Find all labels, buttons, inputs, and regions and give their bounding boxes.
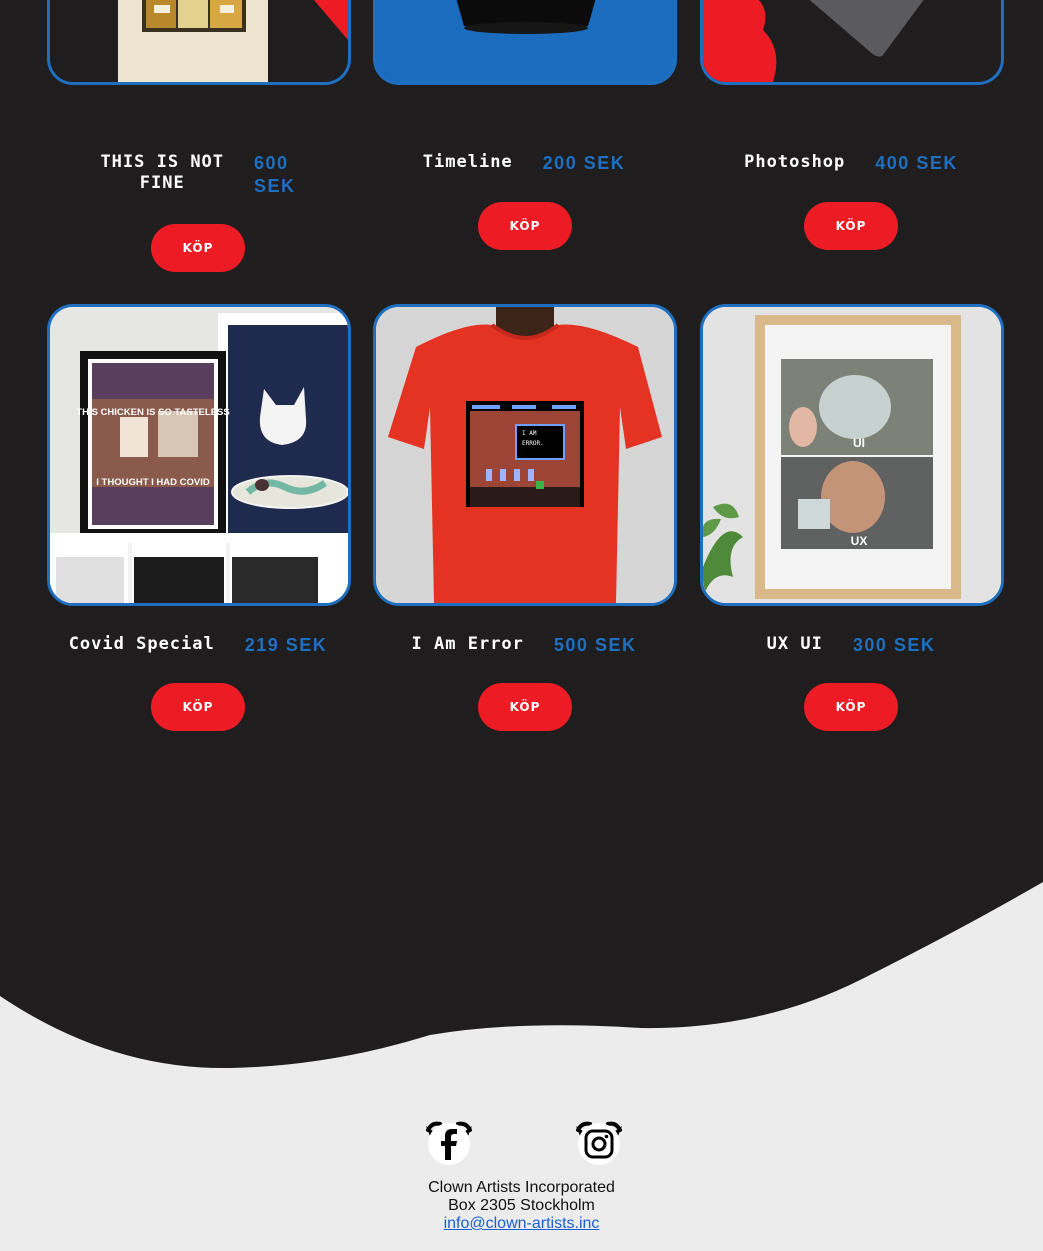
game-text-line2: ERROR. <box>522 440 544 447</box>
poster-caption-bottom: I THOUGHT I HAD COVID <box>96 477 210 488</box>
buy-button[interactable]: KÖP <box>151 683 245 731</box>
bandana-illustration <box>703 0 924 82</box>
buy-button[interactable]: KÖP <box>151 224 245 272</box>
product-image-i-am-error[interactable]: I AM ERROR. <box>373 304 677 606</box>
product-name: THIS IS NOT FINE <box>100 152 225 193</box>
buy-button[interactable]: KÖP <box>478 683 572 731</box>
buy-button[interactable]: KÖP <box>478 202 572 250</box>
postal-address: Box 2305 Stockholm <box>448 1197 595 1214</box>
product-image-ux-ui[interactable]: UI UX <box>700 304 1004 606</box>
product-name: Covid Special <box>68 634 215 654</box>
email-link[interactable]: info@clown-artists.inc <box>444 1215 600 1232</box>
product-image-this-is-not-fine[interactable] <box>47 0 351 85</box>
product-name: I Am Error <box>411 634 524 654</box>
instagram-link[interactable] <box>574 1120 624 1166</box>
product-price: 300 SEK <box>852 635 936 655</box>
footer-address: Clown Artists Incorporated Box 2305 Stoc… <box>0 1179 1043 1233</box>
tote-bag-illustration <box>118 0 348 82</box>
product-price: 219 SEK <box>244 635 328 655</box>
product-image-photoshop[interactable] <box>700 0 1004 85</box>
product-price: 500 SEK <box>553 635 637 655</box>
meme-label-bottom: UX <box>851 534 868 548</box>
framed-meme-illustration: UI UX <box>703 307 1001 603</box>
poster-caption-top: THIS CHICKEN IS SO TASTELESS <box>76 407 229 418</box>
buy-button[interactable]: KÖP <box>804 683 898 731</box>
product-image-timeline[interactable] <box>373 0 677 85</box>
company-name: Clown Artists Incorporated <box>428 1179 615 1196</box>
product-name: Photoshop <box>744 152 846 172</box>
product-name: Timeline <box>422 152 513 172</box>
game-text-line1: I AM <box>522 430 537 437</box>
tshirt-illustration: I AM ERROR. <box>376 307 674 603</box>
instagram-icon <box>576 1121 622 1165</box>
buy-button[interactable]: KÖP <box>804 202 898 250</box>
facebook-link[interactable] <box>424 1120 474 1166</box>
facebook-icon <box>426 1121 472 1165</box>
product-name: UX UI <box>766 634 823 654</box>
poster-illustration: THIS CHICKEN IS SO TASTELESS I THOUGHT I… <box>50 307 348 603</box>
meme-label-top: UI <box>853 436 865 450</box>
product-price: 400 SEK <box>875 153 958 173</box>
product-price: 200 SEK <box>542 153 626 173</box>
product-image-covid-special[interactable]: THIS CHICKEN IS SO TASTELESS I THOUGHT I… <box>47 304 351 606</box>
product-price: 600 SEK <box>254 153 296 196</box>
mug-illustration <box>456 0 596 34</box>
